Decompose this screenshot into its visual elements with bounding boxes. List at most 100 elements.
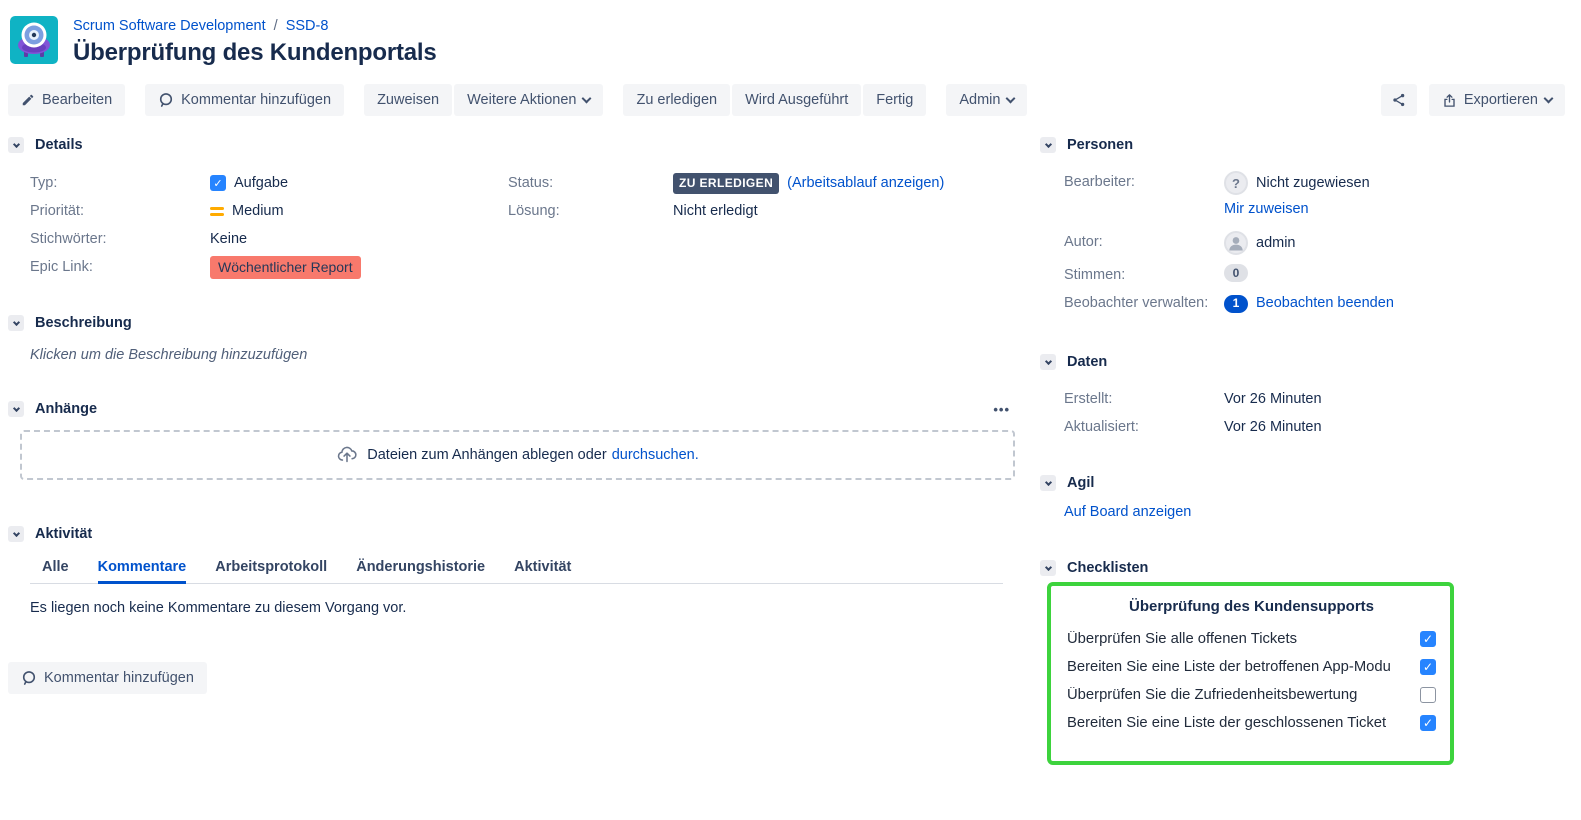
details-section: Details Typ: ✓ Aufgabe Priorität:: [8, 137, 1038, 281]
chevron-down-icon: [1544, 93, 1554, 103]
edit-button[interactable]: Bearbeiten: [8, 84, 125, 116]
more-actions-button[interactable]: Weitere Aktionen: [454, 84, 603, 116]
checklist-item-label: Bereiten Sie eine Liste der geschlossene…: [1067, 715, 1414, 731]
export-button[interactable]: Exportieren: [1429, 84, 1565, 116]
field-epic-link: Epic Link: Wöchentlicher Report: [30, 253, 508, 281]
edit-button-label: Bearbeiten: [42, 92, 112, 108]
unassigned-avatar-icon: ?: [1224, 171, 1248, 195]
no-comments-message: Es liegen noch keine Kommentare zu diese…: [30, 600, 1038, 616]
breadcrumb-issue-link[interactable]: SSD-8: [286, 18, 329, 34]
activity-section-title: Aktivität: [35, 526, 92, 542]
checklist-checkbox[interactable]: [1420, 687, 1436, 703]
breadcrumb: Scrum Software Development / SSD-8: [73, 16, 437, 36]
issue-content: Details Typ: ✓ Aufgabe Priorität:: [0, 137, 1581, 765]
priority-medium-icon: [210, 207, 224, 216]
toolbar: Bearbeiten Kommentar hinzufügen Zuweisen…: [8, 84, 1565, 116]
resolution-label: Lösung:: [508, 203, 673, 219]
dropzone-text: Dateien zum Anhängen ablegen oder: [367, 447, 606, 463]
attachments-section: Anhänge ••• Dateien zum Anhängen ablegen…: [8, 401, 1038, 480]
collapse-chevron-icon[interactable]: [8, 137, 24, 153]
checklist-item-label: Überprüfen Sie die Zufriedenheitsbewertu…: [1067, 687, 1414, 703]
tab-comments[interactable]: Kommentare: [98, 559, 187, 584]
description-section: Beschreibung Klicken um die Beschreibung…: [8, 315, 1038, 363]
field-watchers: Beobachter verwalten: 1 Beobachten beend…: [1040, 289, 1581, 317]
collapse-chevron-icon[interactable]: [8, 315, 24, 331]
transition-in-progress-button[interactable]: Wird Ausgeführt: [732, 84, 861, 116]
tab-activity[interactable]: Aktivität: [514, 559, 571, 584]
chevron-down-icon: [582, 93, 592, 103]
share-button[interactable]: [1381, 84, 1417, 116]
collapse-chevron-icon[interactable]: [1040, 354, 1056, 370]
stop-watching-link[interactable]: Beobachten beenden: [1256, 292, 1394, 315]
view-on-board-link[interactable]: Auf Board anzeigen: [1064, 504, 1191, 520]
field-reporter: Autor: admin: [1040, 228, 1581, 256]
tab-history[interactable]: Änderungshistorie: [356, 559, 485, 584]
comment-bubble-icon: [21, 670, 37, 686]
transition-done-label: Fertig: [876, 92, 913, 108]
epic-link-badge[interactable]: Wöchentlicher Report: [210, 256, 361, 279]
description-section-header: Beschreibung: [8, 315, 1038, 331]
collapse-chevron-icon[interactable]: [8, 526, 24, 542]
assign-group: Zuweisen Weitere Aktionen: [364, 84, 603, 116]
updated-label: Aktualisiert:: [1064, 413, 1224, 439]
votes-label: Stimmen:: [1064, 261, 1224, 287]
labels-value: Keine: [210, 231, 247, 247]
description-placeholder[interactable]: Klicken um die Beschreibung hinzuzufügen: [30, 347, 1038, 363]
field-status: Status: ZU ERLEDIGEN (Arbeitsablauf anze…: [508, 169, 1038, 197]
pencil-icon: [21, 93, 35, 107]
field-type: Typ: ✓ Aufgabe: [30, 169, 508, 197]
votes-count-badge[interactable]: 0: [1224, 264, 1248, 282]
status-badge: ZU ERLEDIGEN: [673, 173, 779, 194]
admin-menu-label: Admin: [959, 92, 1000, 108]
type-label: Typ:: [30, 175, 210, 191]
created-value: Vor 26 Minuten: [1224, 385, 1322, 411]
dates-section: Daten Erstellt: Vor 26 Minuten Aktualisi…: [1040, 354, 1581, 441]
created-label: Erstellt:: [1064, 385, 1224, 411]
activity-section-header: Aktivität: [8, 526, 1038, 542]
breadcrumb-project-link[interactable]: Scrum Software Development: [73, 18, 266, 34]
labels-label: Stichwörter:: [30, 231, 210, 247]
collapse-chevron-icon[interactable]: [1040, 137, 1056, 153]
header-text-block: Scrum Software Development / SSD-8 Überp…: [73, 16, 437, 67]
checklist-checkbox[interactable]: [1420, 715, 1436, 731]
tab-worklog[interactable]: Arbeitsprotokoll: [215, 559, 327, 584]
assign-button[interactable]: Zuweisen: [364, 84, 452, 116]
collapse-chevron-icon[interactable]: [8, 401, 24, 417]
transition-todo-button[interactable]: Zu erledigen: [623, 84, 730, 116]
add-comment-bottom-button[interactable]: Kommentar hinzufügen: [8, 662, 207, 694]
collapse-chevron-icon[interactable]: [1040, 475, 1056, 491]
checklists-section-header: Checklisten: [1040, 560, 1581, 576]
attachment-dropzone[interactable]: Dateien zum Anhängen ablegen oder durchs…: [20, 430, 1015, 480]
view-workflow-link[interactable]: (Arbeitsablauf anzeigen): [787, 175, 944, 191]
assign-to-me-link[interactable]: Mir zuweisen: [1224, 201, 1309, 217]
checklist-title: Überprüfung des Kundensupports: [1067, 598, 1436, 615]
transition-in-progress-label: Wird Ausgeführt: [745, 92, 848, 108]
transition-done-button[interactable]: Fertig: [863, 84, 926, 116]
updated-value: Vor 26 Minuten: [1224, 413, 1322, 439]
admin-menu-button[interactable]: Admin: [946, 84, 1027, 116]
browse-files-link[interactable]: durchsuchen.: [612, 447, 699, 463]
dates-section-title: Daten: [1067, 354, 1107, 370]
people-section-header: Personen: [1040, 137, 1581, 153]
add-comment-button[interactable]: Kommentar hinzufügen: [145, 84, 344, 116]
export-button-label: Exportieren: [1464, 92, 1538, 108]
checklist-item: Überprüfen Sie die Zufriedenheitsbewertu…: [1067, 681, 1436, 709]
field-updated: Aktualisiert: Vor 26 Minuten: [1040, 413, 1581, 441]
ellipsis-menu-icon[interactable]: •••: [993, 402, 1010, 417]
task-type-icon: ✓: [210, 175, 226, 191]
attachments-section-header: Anhänge: [8, 401, 97, 417]
agile-section: Agil Auf Board anzeigen: [1040, 475, 1581, 520]
project-avatar-icon[interactable]: [10, 16, 58, 64]
checklist-checkbox[interactable]: [1420, 631, 1436, 647]
checklist-item-label: Bereiten Sie eine Liste der betroffenen …: [1067, 659, 1414, 675]
details-fields-left: Typ: ✓ Aufgabe Priorität: Medium: [8, 169, 508, 281]
watchers-count-badge[interactable]: 1: [1224, 295, 1248, 313]
checklist-checkbox[interactable]: [1420, 659, 1436, 675]
dates-section-header: Daten: [1040, 354, 1581, 370]
collapse-chevron-icon[interactable]: [1040, 560, 1056, 576]
tab-all[interactable]: Alle: [42, 559, 69, 584]
epic-link-label: Epic Link:: [30, 259, 210, 275]
page-title: Überprüfung des Kundenportals: [73, 39, 437, 67]
reporter-value: admin: [1256, 232, 1296, 255]
details-section-title: Details: [35, 137, 83, 153]
